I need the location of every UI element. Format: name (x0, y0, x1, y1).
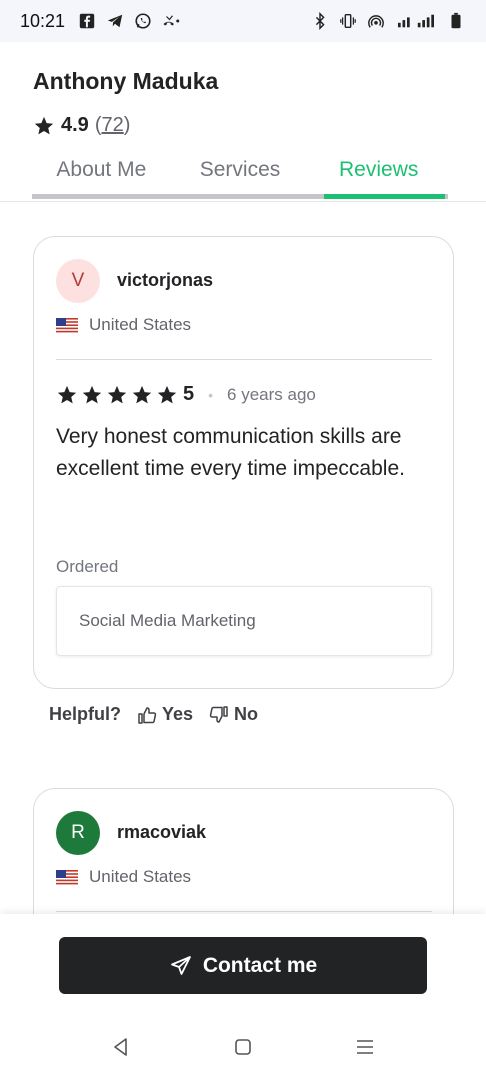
star-icon (33, 115, 55, 137)
vibrate-icon (338, 11, 358, 31)
contact-me-label[interactable]: Contact me (203, 954, 317, 978)
review-rating: 5 • 6 years ago (56, 383, 316, 406)
tab-services[interactable]: Services (171, 152, 310, 200)
seller-name: Anthony Maduka (33, 68, 219, 94)
helpful-yes-button[interactable]: Yes (137, 704, 193, 725)
star-icon (131, 384, 153, 406)
review-time: 6 years ago (227, 384, 316, 404)
us-flag-icon (56, 869, 78, 885)
helpful-no-label[interactable]: No (234, 704, 258, 725)
status-bar: 10:21 (0, 0, 486, 42)
rating-count-link[interactable]: (72) (95, 114, 131, 137)
helpful-yes-label[interactable]: Yes (162, 704, 193, 725)
ordered-label: Ordered (56, 557, 119, 576)
country-name: United States (89, 867, 192, 886)
reviewer-country: United States (56, 315, 191, 335)
hotspot-icon (366, 11, 386, 31)
star-icon (106, 384, 128, 406)
home-nav-icon[interactable] (232, 1036, 254, 1058)
tab-about-me[interactable]: About Me (32, 152, 171, 200)
star-icon (81, 384, 103, 406)
missed-call-icon (161, 11, 181, 31)
status-left-icons (77, 11, 181, 31)
thumbs-up-icon (138, 706, 157, 724)
status-time: 10:21 (20, 10, 66, 31)
avatar[interactable]: R (56, 811, 100, 855)
divider (56, 359, 432, 360)
bluetooth-icon (310, 11, 330, 31)
facebook-icon (77, 11, 97, 31)
star-icon (56, 384, 78, 406)
seller-rating: 4.9 (72) (33, 114, 130, 137)
rating-value: 4.9 (61, 114, 89, 136)
avatar[interactable]: V (56, 259, 100, 303)
helpful-label: Helpful? (49, 704, 121, 724)
menu-nav-icon[interactable] (354, 1036, 376, 1058)
helpful-row: Helpful? Yes No (49, 704, 258, 725)
helpful-no-button[interactable]: No (209, 704, 258, 725)
review-card: V victorjonas United States 5 • 6 years … (33, 236, 454, 689)
signal-icon (394, 11, 438, 31)
divider (56, 911, 432, 912)
status-right-icons (310, 11, 466, 31)
seller-header: Anthony Maduka 4.9 (72) About Me Service… (0, 42, 486, 202)
system-nav-bar (0, 1010, 486, 1080)
ordered-service-link[interactable]: Social Media Marketing (56, 586, 432, 656)
ordered-service-name[interactable]: Social Media Marketing (79, 611, 256, 631)
whatsapp-icon (133, 11, 153, 31)
rating-count[interactable]: 72 (101, 114, 123, 136)
thumbs-down-icon (209, 705, 228, 723)
reviewer-country: United States (56, 867, 191, 887)
reviewer-username[interactable]: rmacoviak (117, 822, 206, 843)
contact-me-button[interactable]: Contact me (59, 937, 427, 994)
separator-dot: • (208, 386, 214, 403)
reviewer-username[interactable]: victorjonas (117, 270, 213, 291)
back-nav-icon[interactable] (110, 1036, 132, 1058)
battery-icon (446, 11, 466, 31)
tab-reviews[interactable]: Reviews (309, 152, 448, 200)
send-icon (170, 955, 191, 975)
profile-tabs: About Me Services Reviews (32, 152, 448, 200)
review-score: 5 (183, 383, 195, 405)
us-flag-icon (56, 317, 78, 333)
country-name: United States (89, 315, 192, 334)
star-icon (156, 384, 178, 406)
telegram-icon (105, 11, 125, 31)
contact-bar: Contact me (0, 914, 486, 1080)
tab-active-indicator (324, 194, 445, 199)
review-text: Very honest communication skills are exc… (56, 425, 405, 480)
